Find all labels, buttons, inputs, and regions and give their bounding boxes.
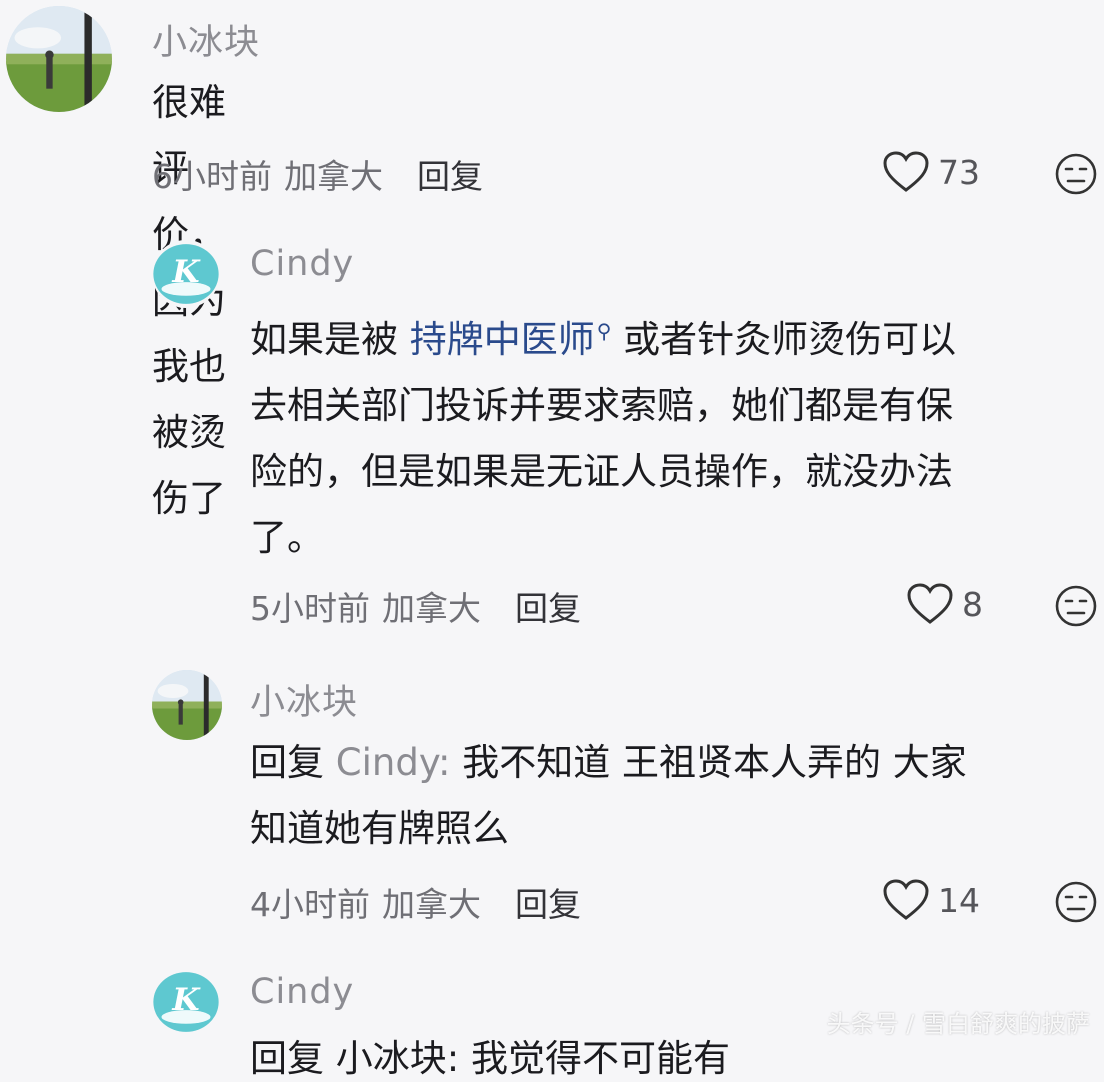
like-button[interactable]: 73 (882, 150, 980, 194)
like-count: 14 (938, 880, 980, 920)
comment-meta: 4小时前 加拿大 回复 (250, 878, 593, 926)
comment-text-line: 了。 (250, 516, 324, 559)
comment-text: 回复 小冰块: 我觉得不可能有 (250, 1037, 730, 1080)
comment-location: 加拿大 (382, 589, 481, 628)
landscape-avatar-icon (6, 6, 112, 112)
comment-text-part: 或者针灸师烫伤可以 (611, 318, 957, 361)
comment-author[interactable]: Cindy (250, 972, 354, 1012)
comment-text-line: 险的，但是如果是无证人员操作，就没办法 (250, 450, 953, 493)
comment-time: 4小时前 (250, 885, 370, 924)
search-link[interactable]: 持牌中医师 ⚲ (410, 318, 612, 361)
comment-author[interactable]: Cindy (250, 244, 354, 284)
like-button[interactable]: 14 (882, 878, 980, 922)
heart-icon (907, 583, 953, 624)
avatar[interactable] (152, 670, 222, 740)
reply-button[interactable]: 回复 (515, 885, 581, 924)
dislike-face-icon[interactable] (1054, 880, 1098, 924)
like-button[interactable]: 8 (906, 582, 983, 626)
dislike-face-icon[interactable] (1054, 584, 1098, 628)
comment-location: 加拿大 (382, 885, 481, 924)
comment-time: 6小时前 (152, 157, 272, 196)
svg-text:K: K (171, 982, 201, 1018)
reply-prefix: 回复 (250, 741, 336, 784)
comment-text: 如果是被 持牌中医师 ⚲ 或者针灸师烫伤可以 去相关部门投诉并要求索赔，她们都是有… (250, 298, 1090, 571)
comment-text-line: 去相关部门投诉并要求索赔，她们都是有保 (250, 384, 953, 427)
comment-time: 5小时前 (250, 589, 370, 628)
dislike-face-icon[interactable] (1054, 152, 1098, 196)
heart-icon (883, 879, 929, 920)
comment-location: 加拿大 (284, 157, 383, 196)
reply-target[interactable]: Cindy: (336, 741, 451, 784)
comment-meta: 6小时前 加拿大 回复 (152, 150, 495, 198)
comment-text-part: 如果是被 (250, 318, 410, 361)
watermark: 头条号 / 雪白舒爽的披萨 (826, 1010, 1090, 1038)
heart-icon (883, 151, 929, 192)
like-count: 8 (962, 584, 983, 624)
like-count: 73 (938, 152, 980, 192)
comment-author[interactable]: 小冰块 (250, 674, 358, 725)
comment-text: 回复 Cindy: 我不知道 王祖贤本人弄的 大家 知道她有牌照么 (250, 730, 1090, 862)
k-logo-icon: K (152, 240, 220, 308)
search-link-text[interactable]: 持牌中医师 (410, 318, 595, 361)
k-logo-icon: K (152, 968, 220, 1036)
reply-button[interactable]: 回复 (417, 157, 483, 196)
search-icon: ⚲ (596, 319, 612, 343)
landscape-avatar-icon (152, 670, 222, 740)
comment-text-part: 我不知道 王祖贤本人弄的 大家 (450, 741, 967, 784)
avatar[interactable] (6, 6, 112, 112)
reply-button[interactable]: 回复 (515, 589, 581, 628)
svg-text:K: K (171, 254, 201, 290)
comment-text-line: 知道她有牌照么 (250, 807, 509, 850)
avatar[interactable]: K (152, 240, 220, 308)
comment-author[interactable]: 小冰块 (152, 14, 260, 65)
avatar[interactable]: K (152, 968, 220, 1036)
comment-meta: 5小时前 加拿大 回复 (250, 582, 593, 630)
